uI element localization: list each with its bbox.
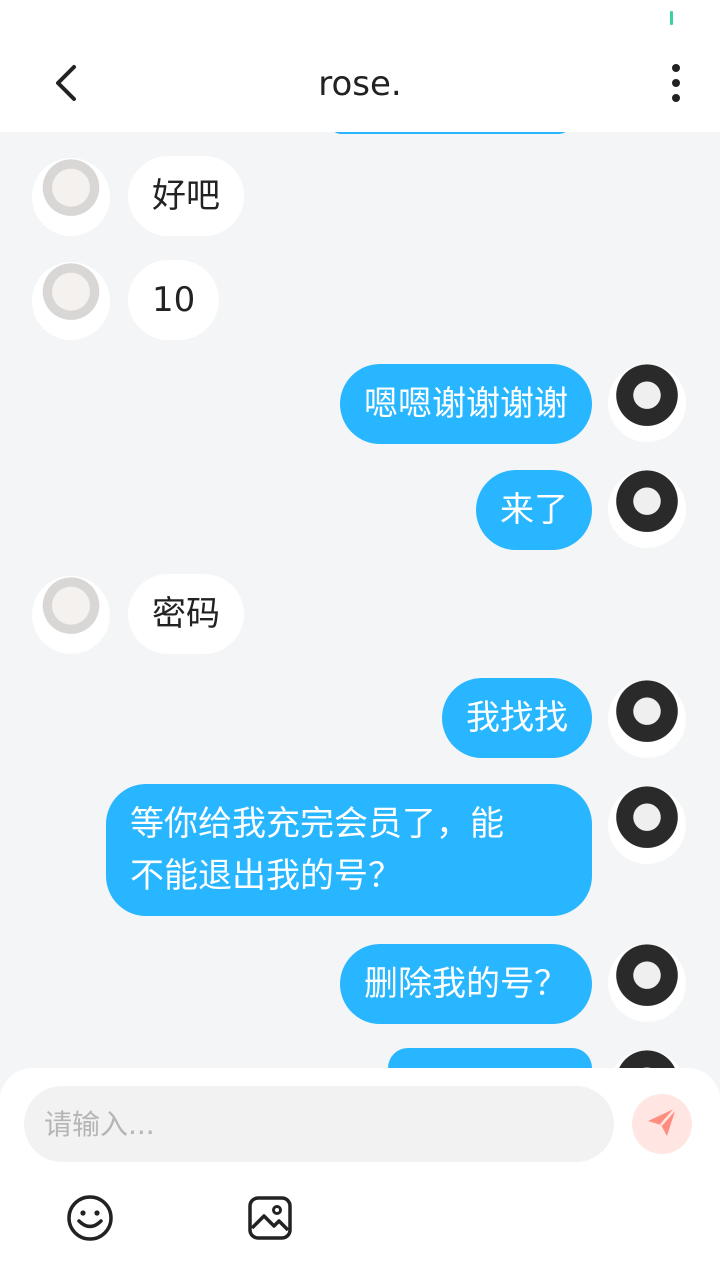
status-indicator [670,11,673,25]
avatar[interactable] [32,158,110,236]
message-bubble[interactable]: 删除我的号？ [340,944,592,1024]
message-line: 等你给我充完会员了，能 [130,804,504,844]
status-bar [0,0,720,40]
avatar[interactable] [608,470,686,548]
more-vertical-icon [671,63,681,107]
send-icon [645,1105,679,1143]
avatar[interactable] [32,576,110,654]
message-bubble[interactable]: 等你给我充完会员了，能 不能退出我的号？ [106,784,592,916]
avatar[interactable] [608,364,686,442]
message-line: 不能退出我的号？ [130,856,402,896]
message-bubble[interactable]: 我找找 [442,678,592,758]
image-icon [246,1196,294,1246]
message-bubble[interactable]: 密码 [128,574,244,654]
avatar-partial [608,1050,686,1068]
avatar[interactable] [608,680,686,758]
image-button[interactable] [246,1194,294,1242]
message-bubble-partial [330,132,570,134]
avatar[interactable] [608,786,686,864]
emoji-icon [66,1195,114,1246]
message-input[interactable] [44,1107,594,1141]
send-button[interactable] [632,1094,692,1154]
message-list[interactable]: 好吧 10 嗯嗯谢谢谢谢 来了 密码 我找找 等你给我充完会员了，能 不能退出我… [0,132,720,1068]
emoji-button[interactable] [66,1194,114,1242]
page-title: rose. [318,64,402,104]
message-input-container[interactable] [24,1086,614,1162]
avatar[interactable] [32,262,110,340]
more-button[interactable] [656,60,696,110]
message-bubble[interactable]: 嗯嗯谢谢谢谢 [340,364,592,444]
message-bubble[interactable]: 10 [128,260,220,340]
message-bubble[interactable]: 好吧 [128,156,244,236]
message-bubble-partial [388,1048,592,1068]
avatar[interactable] [608,944,686,1022]
message-bubble[interactable]: 来了 [476,470,592,550]
composer-panel [0,1068,720,1280]
chat-header: rose. [0,40,720,132]
